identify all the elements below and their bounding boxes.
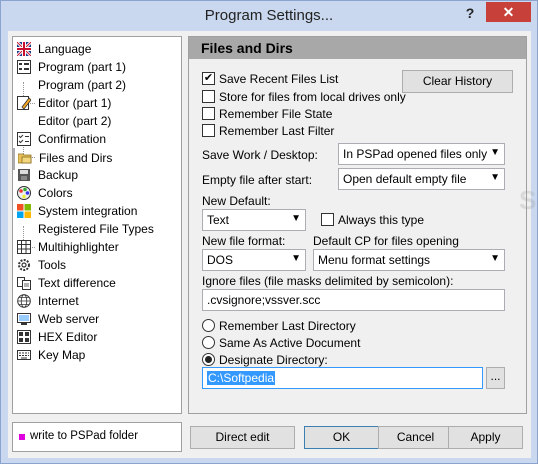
- apply-button[interactable]: Apply: [448, 426, 523, 449]
- backup-icon: [17, 168, 31, 182]
- new-file-format-select[interactable]: DOS ▼: [202, 249, 306, 271]
- ok-button[interactable]: OK: [304, 426, 379, 449]
- checkbox-box[interactable]: [202, 107, 215, 120]
- save-work-select[interactable]: In PSPad opened files only ▼: [338, 143, 505, 165]
- chevron-down-icon: ▼: [490, 172, 500, 183]
- radio-circle[interactable]: [202, 319, 215, 332]
- empty-file-select[interactable]: Open default empty file ▼: [338, 168, 505, 190]
- cancel-button[interactable]: Cancel: [378, 426, 453, 449]
- ignore-files-label: Ignore files (file masks delimited by se…: [202, 274, 454, 288]
- legend-box: write to PSPad folder: [12, 422, 182, 452]
- watermark: SOFTPEDIA: [519, 185, 538, 215]
- new-default-label: New Default:: [202, 194, 271, 208]
- grid-icon: [17, 240, 31, 254]
- checkbox-box[interactable]: ✔: [202, 72, 215, 85]
- checkbox-box[interactable]: [202, 90, 215, 103]
- new-default-select[interactable]: Text ▼: [202, 209, 306, 231]
- uk-flag-icon: [15, 40, 33, 58]
- panel-heading: Files and Dirs: [189, 37, 526, 59]
- settings-panel: Files and Dirs SOFTPEDIA ✔ Save Recent F…: [188, 36, 538, 414]
- help-button[interactable]: ?: [459, 3, 481, 23]
- save-work-label: Save Work / Desktop:: [202, 148, 318, 162]
- checklist-icon: [17, 132, 31, 146]
- form-icon: [17, 60, 31, 74]
- keyboard-icon: [17, 348, 31, 362]
- server-icon: [17, 312, 31, 326]
- checkbox-box[interactable]: [321, 213, 334, 226]
- new-file-format-label: New file format:: [202, 234, 286, 248]
- folder-icon: [17, 151, 32, 165]
- empty-file-label: Empty file after start:: [202, 173, 313, 187]
- chevron-down-icon: ▼: [490, 253, 500, 264]
- ignore-files-input[interactable]: .cvsignore;vssver.scc: [202, 289, 505, 311]
- dialog-client: Language Program (part 1) Program (part …: [8, 31, 538, 458]
- palette-icon: [17, 186, 31, 200]
- checkbox-box[interactable]: [202, 124, 215, 137]
- program-settings-window: Program Settings... ? ✕ Language Program…: [0, 0, 538, 464]
- pencil-icon: [17, 96, 32, 110]
- gear-icon: [17, 258, 31, 272]
- window-title: Program Settings...: [204, 7, 334, 24]
- default-cp-label: Default CP for files opening: [313, 234, 459, 248]
- radio-circle[interactable]: [202, 336, 215, 349]
- legend-color-swatch: [19, 434, 25, 440]
- chevron-down-icon: ▼: [291, 253, 301, 264]
- chevron-down-icon: ▼: [291, 213, 301, 224]
- windows-icon: [17, 204, 31, 218]
- legend-text: write to PSPad folder: [30, 430, 139, 442]
- clear-history-button[interactable]: Clear History: [402, 70, 513, 93]
- globe-icon: [17, 294, 31, 308]
- direct-edit-button[interactable]: Direct edit: [190, 426, 295, 449]
- radio-circle[interactable]: [202, 353, 215, 366]
- directory-input[interactable]: C:\Softpedia: [202, 367, 483, 389]
- default-cp-select[interactable]: Menu format settings ▼: [313, 249, 505, 271]
- browse-button[interactable]: ...: [486, 367, 505, 389]
- chevron-down-icon: ▼: [490, 147, 500, 158]
- hex-icon: [17, 330, 31, 344]
- tree-item-files-and-dirs[interactable]: Files and Dirs: [13, 148, 113, 170]
- title-bar[interactable]: Program Settings... ? ✕: [1, 1, 537, 31]
- settings-tree[interactable]: Language Program (part 1) Program (part …: [12, 36, 182, 414]
- close-button[interactable]: ✕: [486, 2, 531, 22]
- diff-icon: [17, 276, 31, 290]
